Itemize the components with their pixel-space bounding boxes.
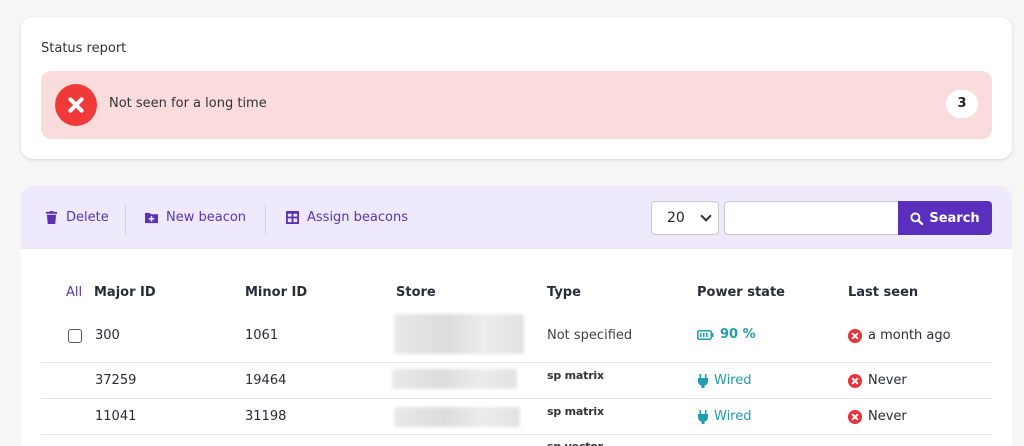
power-state-cell: 90 % bbox=[697, 327, 756, 342]
power-value: Wired bbox=[714, 373, 752, 388]
sp-matrix-logo: sp matrix bbox=[547, 369, 604, 382]
last-seen-value: Never bbox=[868, 373, 907, 388]
minor-id-cell: 31198 bbox=[245, 409, 287, 424]
search-button[interactable]: Search bbox=[898, 201, 992, 235]
toolbar-divider bbox=[265, 204, 266, 235]
new-beacon-button[interactable]: New beacon bbox=[145, 186, 246, 249]
row-divider bbox=[41, 434, 992, 435]
header-major-id[interactable]: Major ID bbox=[94, 285, 156, 300]
new-beacon-label: New beacon bbox=[166, 210, 247, 225]
delete-button[interactable]: Delete bbox=[45, 186, 109, 249]
status-report-card: Status report Not seen for a long time 3 bbox=[21, 17, 1012, 159]
x-circle-icon bbox=[848, 328, 862, 343]
delete-label: Delete bbox=[66, 210, 109, 225]
search-input[interactable] bbox=[724, 201, 899, 235]
row-checkbox[interactable] bbox=[68, 329, 82, 343]
x-circle-icon bbox=[55, 84, 97, 126]
x-circle-icon bbox=[848, 409, 862, 424]
store-cell-redacted bbox=[394, 314, 524, 354]
major-id-cell: 300 bbox=[95, 328, 120, 343]
header-power-state[interactable]: Power state bbox=[697, 285, 785, 300]
sp-matrix-logo: sp matrix bbox=[547, 405, 604, 418]
trash-icon bbox=[45, 211, 58, 224]
magnifier-icon bbox=[910, 211, 924, 225]
power-value: 90 % bbox=[720, 327, 756, 342]
grid-icon bbox=[286, 211, 299, 224]
alert-count-badge: 3 bbox=[946, 90, 978, 118]
assign-beacons-label: Assign beacons bbox=[307, 210, 409, 225]
last-seen-cell: Never bbox=[848, 409, 907, 424]
last-seen-cell: Never bbox=[848, 373, 907, 388]
header-type[interactable]: Type bbox=[547, 285, 581, 300]
header-minor-id[interactable]: Minor ID bbox=[245, 285, 307, 300]
power-value: Wired bbox=[714, 409, 752, 424]
major-id-cell: 11041 bbox=[95, 409, 137, 424]
last-seen-value: Never bbox=[868, 409, 907, 424]
power-state-cell: Wired bbox=[697, 409, 752, 424]
major-id-cell: 37259 bbox=[95, 373, 137, 388]
minor-id-cell: 19464 bbox=[245, 373, 287, 388]
header-store[interactable]: Store bbox=[396, 285, 436, 300]
minor-id-cell: 1061 bbox=[245, 328, 279, 343]
x-circle-icon bbox=[848, 373, 862, 388]
beacons-panel: Delete New beacon Assign beacons 20 Sear… bbox=[21, 186, 1012, 446]
type-cell: Not specified bbox=[547, 328, 633, 343]
assign-beacons-button[interactable]: Assign beacons bbox=[286, 186, 408, 249]
toolbar: Delete New beacon Assign beacons 20 Sear… bbox=[21, 186, 1012, 249]
row-divider bbox=[41, 398, 992, 399]
last-seen-value: a month ago bbox=[868, 328, 951, 343]
plug-icon bbox=[697, 373, 709, 388]
select-all-link[interactable]: All bbox=[66, 285, 82, 300]
row-divider bbox=[41, 362, 992, 363]
header-last-seen[interactable]: Last seen bbox=[848, 285, 918, 300]
battery-icon bbox=[697, 329, 714, 340]
store-cell-redacted bbox=[394, 407, 520, 427]
search-label: Search bbox=[929, 210, 980, 226]
plug-icon bbox=[697, 409, 709, 424]
page-size-select[interactable]: 20 bbox=[651, 201, 719, 235]
status-report-title: Status report bbox=[41, 41, 127, 56]
toolbar-divider bbox=[125, 204, 126, 235]
folder-plus-icon bbox=[145, 212, 158, 224]
not-seen-alert[interactable]: Not seen for a long time 3 bbox=[41, 71, 992, 139]
power-state-cell: Wired bbox=[697, 373, 752, 388]
page-size-value: 20 bbox=[667, 210, 685, 226]
alert-text: Not seen for a long time bbox=[109, 96, 267, 111]
chevron-down-icon bbox=[700, 210, 712, 222]
sp-vector-logo: sp vector bbox=[547, 440, 603, 446]
last-seen-cell: a month ago bbox=[848, 328, 951, 343]
store-cell-redacted bbox=[392, 369, 517, 389]
